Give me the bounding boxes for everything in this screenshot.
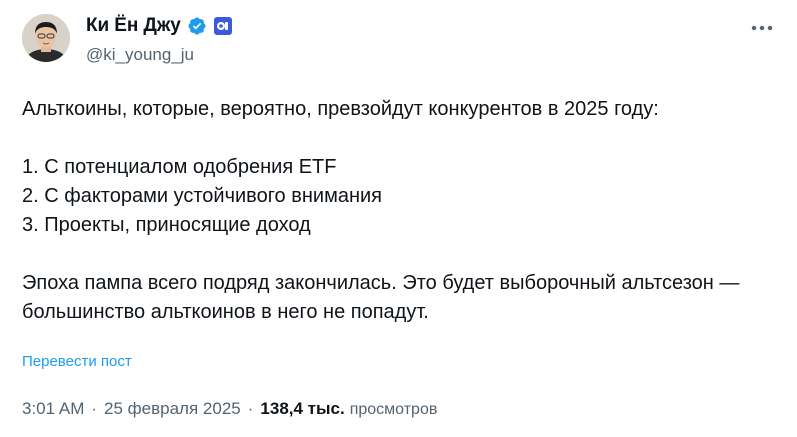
author-handle[interactable]: @ki_young_ju [86,45,194,65]
tweet-card: Ки Ён Джу @ki_young_ju Альткоины, которы… [0,0,797,437]
author-display-name[interactable]: Ки Ён Джу [86,15,181,37]
author-name-row: Ки Ён Джу [86,13,233,39]
more-options-icon[interactable] [749,18,775,38]
views-count: 138,4 тыс. [260,399,345,418]
meta-separator: · [91,399,98,418]
verified-badge-icon[interactable] [187,16,207,36]
tweet-list-item-1: 1. С потенциалом одобрения ETF [22,156,337,178]
tweet-time[interactable]: 3:01 AM [22,399,84,419]
views-label: просмотров [349,401,438,418]
tweet-list-item-2: 2. С факторами устойчивого внимания [22,185,382,207]
affiliation-badge-icon[interactable] [213,16,233,36]
tweet-text: Альткоины, которые, вероятно, превзойдут… [22,95,782,327]
tweet-list-item-3: 3. Проекты, приносящие доход [22,214,311,236]
avatar-image [22,14,70,62]
translate-post-link[interactable]: Перевести пост [22,353,132,370]
avatar[interactable] [22,14,70,62]
tweet-paragraph-intro: Альткоины, которые, вероятно, превзойдут… [22,98,659,120]
tweet-date[interactable]: 25 февраля 2025 [104,399,241,419]
tweet-meta: 3:01 AM · 25 февраля 2025 · 138,4 тыс. п… [22,399,437,419]
meta-separator: · [247,399,254,418]
tweet-paragraph-conclusion: Эпоха пампа всего подряд закончилась. Эт… [22,272,740,323]
